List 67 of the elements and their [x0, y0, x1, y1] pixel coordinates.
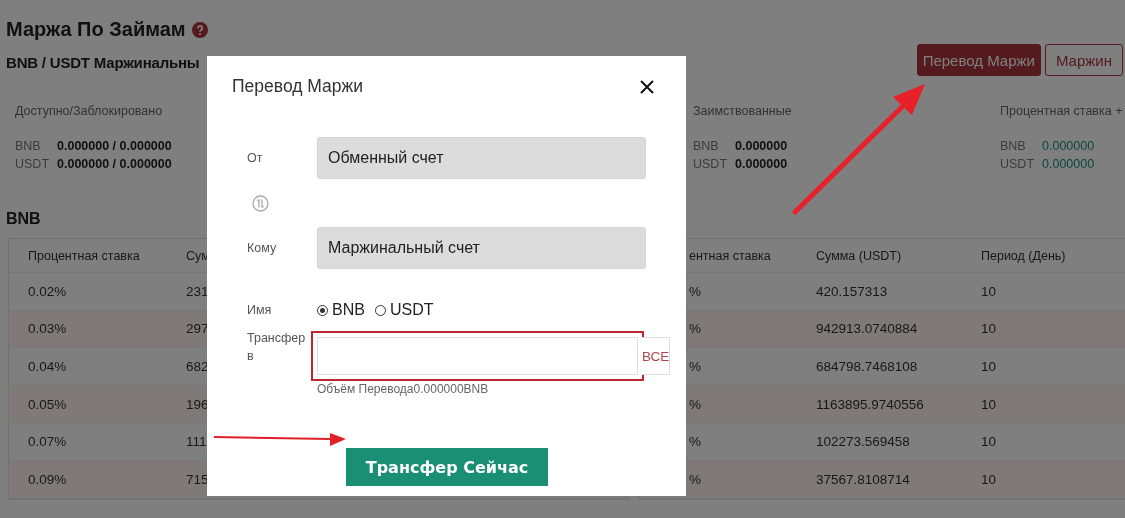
table-cell: 10 — [981, 321, 997, 337]
table-cell: 684798.7468108 — [816, 359, 918, 374]
table-cell: 0.09% — [28, 471, 67, 487]
field-label: Имя — [247, 302, 273, 319]
table-cell: % — [689, 471, 701, 487]
table-cell: 102273.569458 — [816, 434, 910, 450]
stat-value: 0.000000 / 0.000000 — [57, 138, 172, 155]
asset-radio[interactable]: USDT — [374, 301, 434, 319]
from-account-field[interactable]: Обменный счет — [317, 137, 646, 179]
max-button[interactable]: ВСЕ — [642, 337, 671, 375]
stat-value: 0.000000 — [735, 138, 788, 155]
column-header: Процентная ставка — [28, 248, 140, 263]
asset-label: USDT — [693, 156, 727, 173]
transfer-now-button[interactable]: Трансфер Сейчас — [346, 448, 548, 486]
field-label: Кому — [247, 240, 278, 257]
table-cell: 420.157313 — [816, 283, 888, 299]
stat-title: Заимствованные — [693, 104, 793, 118]
column-header: Период (День) — [981, 248, 1066, 263]
stat-value: 0.000000 — [1042, 138, 1095, 155]
asset-label: USDT — [15, 156, 49, 173]
close-button[interactable] — [638, 77, 656, 96]
asset-radio[interactable]: BNB — [317, 301, 365, 319]
asset-label: USDT — [1000, 156, 1034, 173]
table-cell: % — [689, 359, 701, 374]
column-header: ентная ставка — [689, 248, 771, 263]
table-cell: % — [689, 434, 701, 450]
stat-title: Процентная ставка + — [1000, 104, 1124, 118]
table-cell: 37567.8108714 — [816, 471, 910, 487]
table-cell: 682 — [186, 359, 209, 374]
amount-hint: Объём Перевода0.000000BNB — [317, 382, 490, 396]
amount-input[interactable] — [317, 337, 638, 375]
stat-value: 0.000000 — [1042, 156, 1095, 173]
asset-label: BNB — [15, 138, 42, 155]
table-cell: 0.07% — [28, 434, 67, 450]
help-icon[interactable] — [191, 21, 208, 38]
column-header: Сумма (USDT) — [816, 248, 902, 263]
stat-title: Доступно/Заблокировано — [15, 104, 164, 118]
swap-icon[interactable] — [252, 194, 269, 212]
page-title: Маржа По Займам — [6, 18, 186, 41]
table-cell: 0.03% — [28, 321, 67, 337]
dialog-title: Перевод Маржи — [232, 76, 364, 97]
table-cell: % — [689, 283, 701, 299]
table-cell: 942913.0740884 — [816, 321, 918, 337]
table-cell: 297 — [186, 321, 209, 337]
stat-value: 0.000000 / 0.000000 — [57, 156, 172, 173]
table-cell: 10 — [981, 396, 997, 412]
to-account-field[interactable]: Маржинальный счет — [317, 227, 646, 269]
table-cell: 111 — [186, 434, 207, 450]
asset-label: BNB — [693, 138, 720, 155]
field-label: Трансфер в — [247, 330, 307, 365]
stat-value: 0.000000 — [735, 156, 788, 173]
table-cell: 10 — [981, 471, 997, 487]
asset-label: BNB — [1000, 138, 1027, 155]
table-cell: 10 — [981, 359, 997, 374]
table-cell: % — [689, 396, 701, 412]
table-cell: 0.05% — [28, 396, 67, 412]
table-cell: 10 — [981, 283, 997, 299]
table-cell: 0.02% — [28, 283, 67, 299]
field-label: От — [247, 150, 264, 167]
table-cell: % — [689, 321, 701, 337]
pair-title: BNB / USDT Маржинальны — [6, 54, 200, 71]
section-title: BNB — [6, 210, 42, 228]
table-cell: 1163895.9740556 — [816, 396, 924, 412]
table-cell: 0.04% — [28, 359, 67, 374]
table-cell: 10 — [981, 434, 997, 450]
action-button[interactable]: Перевод Маржи — [916, 44, 1041, 76]
table-cell: 231 — [186, 283, 209, 299]
